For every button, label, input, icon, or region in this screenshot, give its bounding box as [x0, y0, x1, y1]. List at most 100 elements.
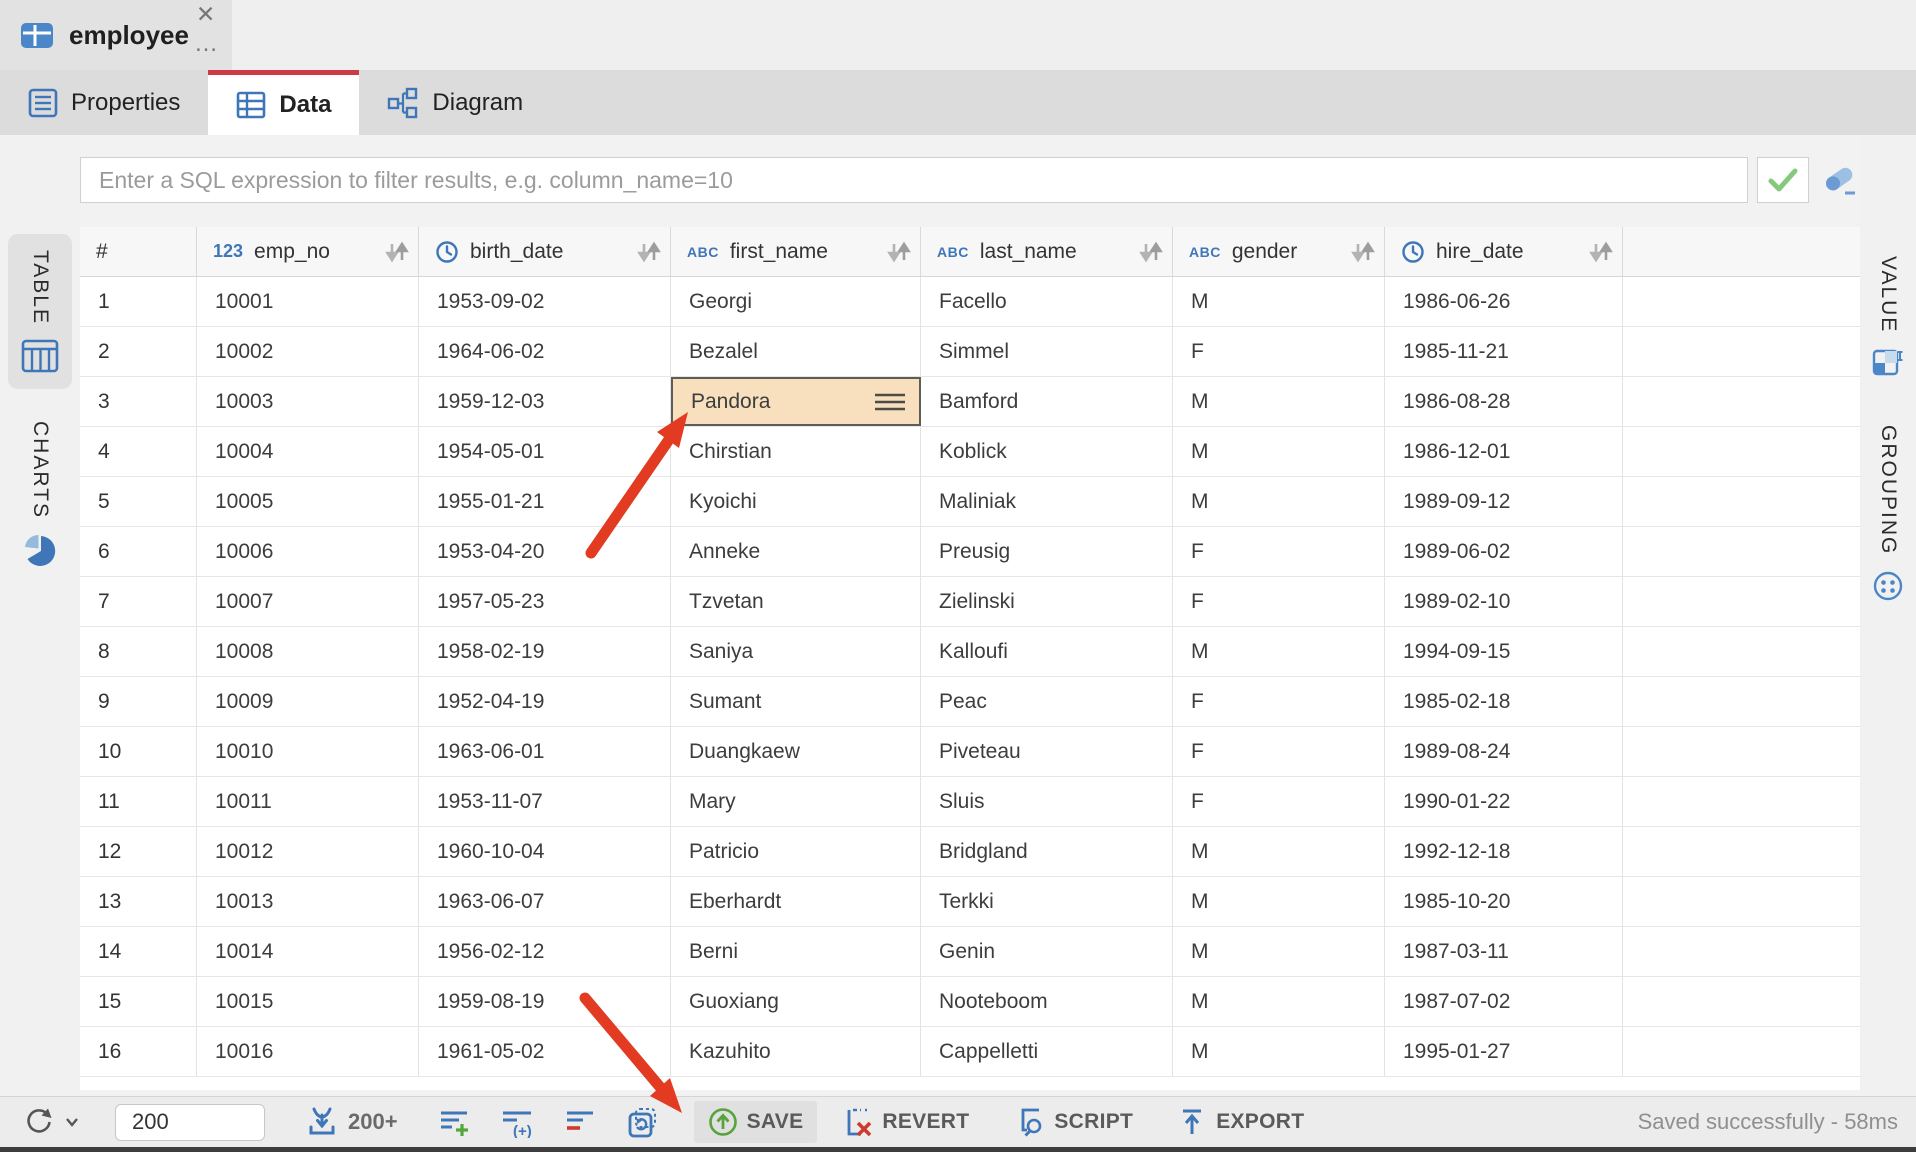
table-cell[interactable]: Kazuhito — [671, 1027, 921, 1076]
table-cell[interactable]: Genin — [921, 927, 1173, 976]
table-cell[interactable]: 10016 — [197, 1027, 419, 1076]
column-header-rownum[interactable]: # — [80, 227, 197, 276]
row-number-cell[interactable]: 3 — [80, 377, 197, 426]
close-icon[interactable]: ✕ — [196, 1, 215, 28]
table-cell[interactable]: Preusig — [921, 527, 1173, 576]
row-number-cell[interactable]: 16 — [80, 1027, 197, 1076]
table-cell[interactable]: M — [1173, 877, 1385, 926]
table-cell[interactable]: M — [1173, 827, 1385, 876]
table-cell[interactable]: 1957-05-23 — [419, 577, 671, 626]
tab-overflow-icon[interactable]: … — [194, 30, 219, 58]
table-cell[interactable]: Anneke — [671, 527, 921, 576]
sql-filter-input[interactable] — [80, 157, 1748, 203]
table-cell[interactable]: 1990-01-22 — [1385, 777, 1623, 826]
table-cell[interactable]: 1986-06-26 — [1385, 277, 1623, 326]
table-cell[interactable]: M — [1173, 427, 1385, 476]
chevron-down-icon[interactable] — [65, 1117, 79, 1127]
fetch-more-button[interactable]: 200+ — [305, 1106, 398, 1138]
row-number-cell[interactable]: 14 — [80, 927, 197, 976]
table-cell[interactable]: Patricio — [671, 827, 921, 876]
table-cell[interactable]: Bezalel — [671, 327, 921, 376]
column-header-last_name[interactable]: ABClast_name — [921, 227, 1173, 276]
delete-row-button[interactable] — [564, 1107, 596, 1138]
table-cell[interactable]: Kyoichi — [671, 477, 921, 526]
column-header-first_name[interactable]: ABCfirst_name — [671, 227, 921, 276]
table-cell[interactable]: Terkki — [921, 877, 1173, 926]
table-cell[interactable]: 1956-02-12 — [419, 927, 671, 976]
tab-data[interactable]: Data — [208, 70, 359, 135]
table-cell[interactable]: 1953-09-02 — [419, 277, 671, 326]
row-number-cell[interactable]: 9 — [80, 677, 197, 726]
rail-tab-value[interactable]: VALUE — [1864, 240, 1912, 393]
row-number-cell[interactable]: 6 — [80, 527, 197, 576]
rail-tab-grouping[interactable]: GROUPING — [1864, 409, 1912, 617]
table-cell[interactable]: Bamford — [921, 377, 1173, 426]
revert-button[interactable]: REVERT — [843, 1106, 969, 1138]
table-cell[interactable]: 1963-06-01 — [419, 727, 671, 776]
rail-tab-charts[interactable]: CHARTS — [8, 405, 72, 583]
table-cell[interactable]: M — [1173, 277, 1385, 326]
table-cell[interactable]: Bridgland — [921, 827, 1173, 876]
duplicate-row-button[interactable]: (+) — [500, 1107, 534, 1138]
table-cell[interactable]: 1963-06-07 — [419, 877, 671, 926]
table-cell[interactable]: 1989-02-10 — [1385, 577, 1623, 626]
table-cell[interactable]: 10009 — [197, 677, 419, 726]
table-cell[interactable]: M — [1173, 377, 1385, 426]
table-cell[interactable]: F — [1173, 727, 1385, 776]
table-cell[interactable]: 1989-09-12 — [1385, 477, 1623, 526]
table-cell[interactable]: Simmel — [921, 327, 1173, 376]
row-number-cell[interactable]: 1 — [80, 277, 197, 326]
rail-tab-table[interactable]: TABLE — [8, 234, 72, 389]
cell-menu-icon[interactable] — [873, 390, 907, 414]
table-cell[interactable]: M — [1173, 927, 1385, 976]
table-cell[interactable]: Nooteboom — [921, 977, 1173, 1026]
table-cell[interactable]: 1995-01-27 — [1385, 1027, 1623, 1076]
table-cell[interactable]: 1989-06-02 — [1385, 527, 1623, 576]
column-header-hire_date[interactable]: hire_date — [1385, 227, 1623, 276]
fetch-size-input[interactable] — [115, 1104, 265, 1141]
row-number-cell[interactable]: 8 — [80, 627, 197, 676]
table-cell[interactable]: 1994-09-15 — [1385, 627, 1623, 676]
table-cell[interactable]: Eberhardt — [671, 877, 921, 926]
table-cell[interactable]: 10015 — [197, 977, 419, 1026]
table-cell[interactable]: F — [1173, 527, 1385, 576]
table-cell[interactable]: Berni — [671, 927, 921, 976]
export-button[interactable]: EXPORT — [1177, 1106, 1304, 1138]
table-cell[interactable]: Guoxiang — [671, 977, 921, 1026]
table-cell[interactable]: M — [1173, 977, 1385, 1026]
table-cell[interactable]: 10002 — [197, 327, 419, 376]
table-cell[interactable]: Kalloufi — [921, 627, 1173, 676]
table-cell[interactable]: 1953-04-20 — [419, 527, 671, 576]
row-number-cell[interactable]: 13 — [80, 877, 197, 926]
table-cell[interactable]: Maliniak — [921, 477, 1173, 526]
table-cell[interactable]: 10013 — [197, 877, 419, 926]
table-cell[interactable]: M — [1173, 627, 1385, 676]
save-button[interactable]: SAVE — [694, 1101, 818, 1143]
table-cell[interactable]: 1952-04-19 — [419, 677, 671, 726]
sort-icon[interactable] — [1138, 241, 1164, 263]
column-header-gender[interactable]: ABCgender — [1173, 227, 1385, 276]
clear-filter-button[interactable] — [1820, 163, 1860, 199]
table-cell[interactable]: F — [1173, 327, 1385, 376]
table-cell[interactable]: 10012 — [197, 827, 419, 876]
table-cell[interactable]: F — [1173, 577, 1385, 626]
row-number-cell[interactable]: 2 — [80, 327, 197, 376]
table-cell[interactable]: 10008 — [197, 627, 419, 676]
table-cell[interactable]: 1985-11-21 — [1385, 327, 1623, 376]
table-cell[interactable]: Sumant — [671, 677, 921, 726]
script-button[interactable]: SCRIPT — [1013, 1106, 1133, 1138]
table-cell[interactable]: 1985-02-18 — [1385, 677, 1623, 726]
row-number-cell[interactable]: 4 — [80, 427, 197, 476]
sort-icon[interactable] — [1350, 241, 1376, 263]
table-cell[interactable]: Georgi — [671, 277, 921, 326]
table-cell[interactable]: M — [1173, 477, 1385, 526]
sort-icon[interactable] — [886, 241, 912, 263]
table-cell[interactable]: Saniya — [671, 627, 921, 676]
table-cell[interactable]: Koblick — [921, 427, 1173, 476]
table-cell[interactable]: 1986-08-28 — [1385, 377, 1623, 426]
table-cell[interactable]: Mary — [671, 777, 921, 826]
table-cell[interactable]: 10003 — [197, 377, 419, 426]
tab-diagram[interactable]: Diagram — [359, 70, 551, 135]
table-cell[interactable]: 10004 — [197, 427, 419, 476]
row-number-cell[interactable]: 11 — [80, 777, 197, 826]
